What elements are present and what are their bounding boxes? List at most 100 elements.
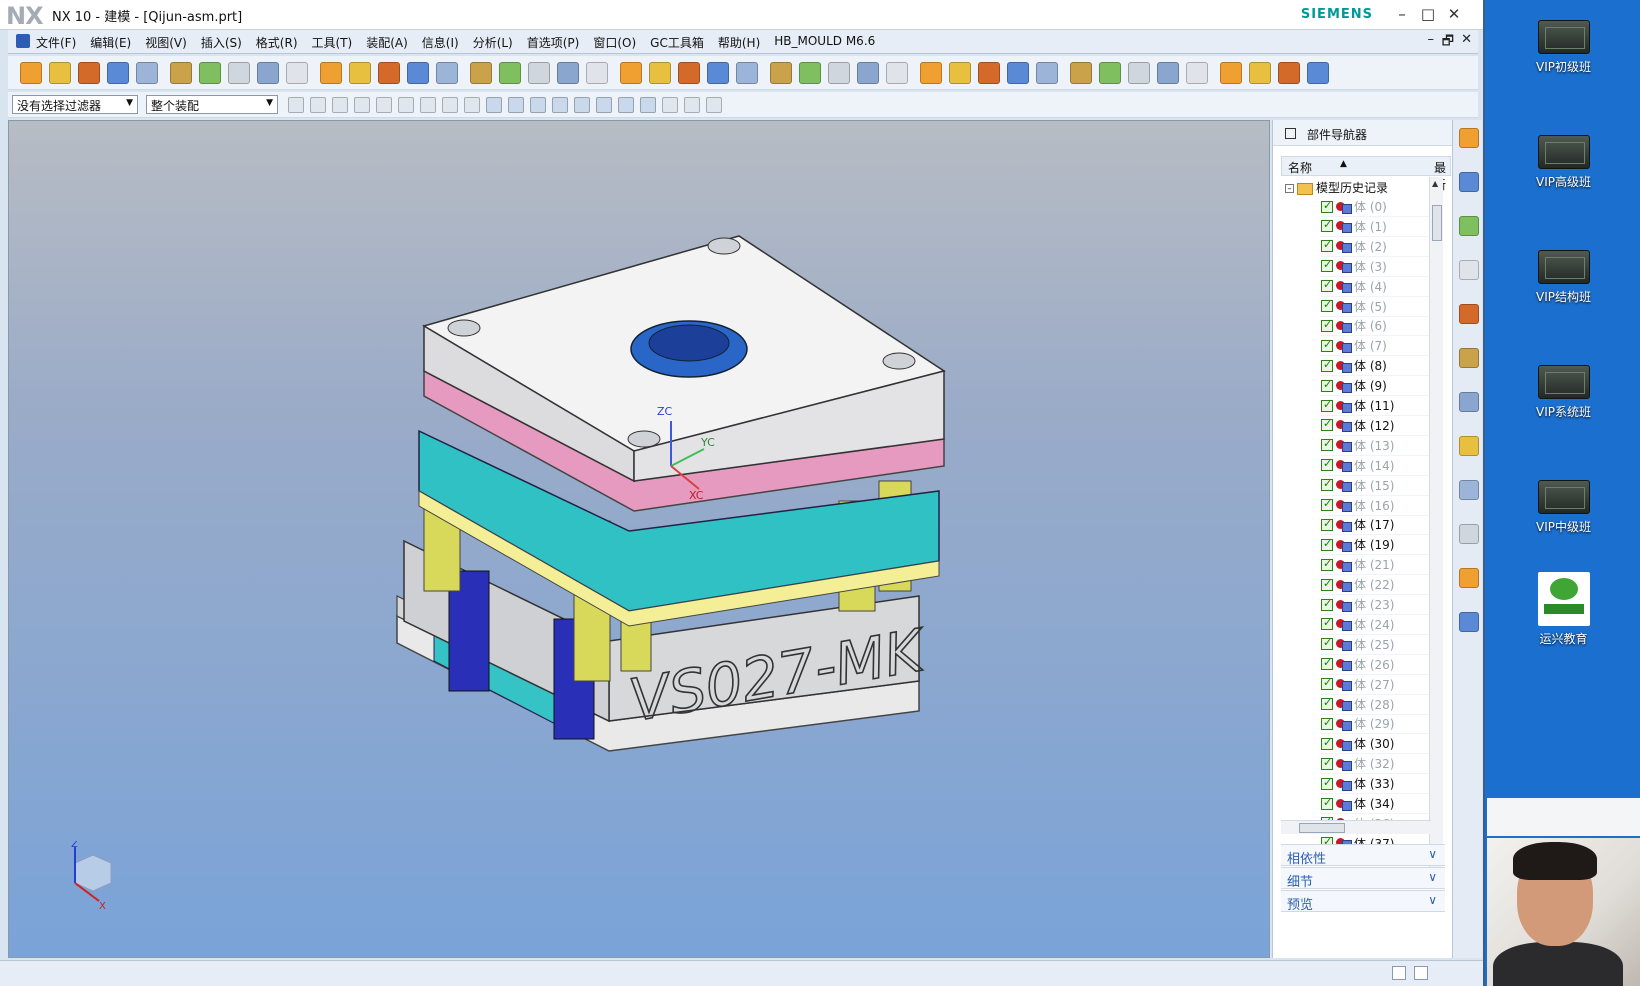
toolbar-command-icon[interactable]: [78, 62, 100, 84]
visibility-checkbox[interactable]: [1321, 557, 1333, 571]
selection-tool-icon[interactable]: [508, 97, 524, 113]
resource-tab-icon[interactable]: [1459, 348, 1479, 368]
selection-tool-icon[interactable]: [684, 97, 700, 113]
toolbar-command-icon[interactable]: [320, 62, 342, 84]
desktop-shortcut-yunxing[interactable]: 运兴教育: [1487, 572, 1640, 647]
tree-row[interactable]: 体 (30): [1321, 735, 1439, 755]
selection-tool-icon[interactable]: [640, 97, 656, 113]
visibility-checkbox[interactable]: [1321, 318, 1333, 332]
menu-analysis[interactable]: 分析(L): [473, 34, 513, 51]
toolbar-command-icon[interactable]: [1036, 62, 1058, 84]
selection-tool-icon[interactable]: [288, 97, 304, 113]
tree-row[interactable]: 体 (26): [1321, 656, 1439, 675]
menu-preferences[interactable]: 首选项(P): [527, 34, 580, 51]
tree-row[interactable]: 体 (19): [1321, 536, 1439, 556]
selection-tool-icon[interactable]: [596, 97, 612, 113]
toolbar-command-icon[interactable]: [499, 62, 521, 84]
visibility-checkbox[interactable]: [1321, 457, 1333, 472]
selection-tool-icon[interactable]: [552, 97, 568, 113]
menu-file[interactable]: 文件(F): [36, 34, 76, 51]
toolbar-command-icon[interactable]: [349, 62, 371, 84]
status-icon[interactable]: [1392, 966, 1406, 980]
menu-window[interactable]: 窗口(O): [593, 34, 636, 51]
section-details[interactable]: 细节 ∨: [1281, 867, 1445, 890]
visibility-checkbox[interactable]: [1321, 537, 1333, 551]
selection-tool-icon[interactable]: [618, 97, 634, 113]
toolbar-command-icon[interactable]: [828, 62, 850, 84]
visibility-checkbox[interactable]: [1321, 437, 1333, 452]
full-screen-icon[interactable]: [1414, 966, 1428, 980]
toolbar-command-icon[interactable]: [886, 62, 908, 84]
desktop-shortcut-vip-advanced[interactable]: VIP高级班: [1487, 135, 1640, 190]
visibility-checkbox[interactable]: [1321, 676, 1333, 691]
toolbar-command-icon[interactable]: [1099, 62, 1121, 84]
tree-row[interactable]: 体 (22): [1321, 576, 1439, 596]
visibility-checkbox[interactable]: [1321, 796, 1333, 810]
collapse-icon[interactable]: –: [1285, 184, 1294, 193]
tree-row[interactable]: 体 (7): [1321, 337, 1439, 357]
tree-row[interactable]: 体 (13): [1321, 437, 1439, 456]
toolbar-command-icon[interactable]: [1249, 62, 1271, 84]
visibility-checkbox[interactable]: [1321, 278, 1333, 293]
visibility-checkbox[interactable]: [1321, 597, 1333, 611]
visibility-checkbox[interactable]: [1321, 298, 1333, 312]
tree-row[interactable]: 体 (1): [1321, 218, 1439, 237]
column-name[interactable]: 名称: [1288, 159, 1312, 176]
visibility-checkbox[interactable]: [1321, 517, 1333, 531]
visibility-checkbox[interactable]: [1321, 616, 1333, 631]
toolbar-command-icon[interactable]: [1157, 62, 1179, 84]
resource-tab-icon[interactable]: [1459, 480, 1479, 500]
toolbar-command-icon[interactable]: [1186, 62, 1208, 84]
desktop-shortcut-vip-system[interactable]: VIP系统班: [1487, 365, 1640, 420]
visibility-checkbox[interactable]: [1321, 477, 1333, 492]
view-triad[interactable]: Z X: [59, 841, 119, 911]
toolbar-command-icon[interactable]: [170, 62, 192, 84]
pin-icon[interactable]: [1285, 128, 1296, 139]
toolbar-command-icon[interactable]: [20, 62, 42, 84]
toolbar-command-icon[interactable]: [136, 62, 158, 84]
visibility-checkbox[interactable]: [1321, 696, 1333, 710]
scroll-thumb[interactable]: [1432, 205, 1442, 241]
tree-row[interactable]: 体 (11): [1321, 397, 1439, 416]
visibility-checkbox[interactable]: [1321, 776, 1333, 790]
section-dependencies[interactable]: 相依性 ∨: [1281, 844, 1445, 867]
tree-row[interactable]: 体 (14): [1321, 457, 1439, 476]
tree-row[interactable]: 体 (12): [1321, 417, 1439, 436]
visibility-checkbox[interactable]: [1321, 378, 1333, 392]
selection-tool-icon[interactable]: [706, 97, 722, 113]
resource-tab-icon[interactable]: [1459, 524, 1479, 544]
maximize-button[interactable]: □: [1417, 3, 1439, 25]
resource-tab-icon[interactable]: [1459, 216, 1479, 236]
toolbar-command-icon[interactable]: [1220, 62, 1242, 84]
toolbar-command-icon[interactable]: [107, 62, 129, 84]
menu-information[interactable]: 信息(I): [422, 34, 459, 51]
tree-row[interactable]: 体 (27): [1321, 676, 1439, 695]
tree-row[interactable]: 体 (16): [1321, 497, 1439, 516]
tree-row[interactable]: 体 (23): [1321, 596, 1439, 615]
visibility-checkbox[interactable]: [1321, 258, 1333, 273]
menu-edit[interactable]: 编辑(E): [90, 34, 131, 51]
toolbar-command-icon[interactable]: [407, 62, 429, 84]
visibility-checkbox[interactable]: [1321, 238, 1333, 253]
toolbar-command-icon[interactable]: [949, 62, 971, 84]
resource-tab-icon[interactable]: [1459, 128, 1479, 148]
toolbar-command-icon[interactable]: [920, 62, 942, 84]
tree-row[interactable]: 体 (29): [1321, 715, 1439, 735]
toolbar-command-icon[interactable]: [649, 62, 671, 84]
desktop-shortcut-vip-intermediate[interactable]: VIP中级班: [1487, 480, 1640, 535]
toolbar-command-icon[interactable]: [257, 62, 279, 84]
menu-format[interactable]: 格式(R): [256, 34, 298, 51]
selection-tool-icon[interactable]: [310, 97, 326, 113]
menu-view[interactable]: 视图(V): [145, 34, 187, 51]
selection-tool-icon[interactable]: [332, 97, 348, 113]
tree-row[interactable]: 体 (17): [1321, 516, 1439, 536]
toolbar-command-icon[interactable]: [1007, 62, 1029, 84]
toolbar-command-icon[interactable]: [1307, 62, 1329, 84]
tree-row[interactable]: 体 (33): [1321, 775, 1439, 795]
visibility-checkbox[interactable]: [1321, 636, 1333, 651]
visibility-checkbox[interactable]: [1321, 358, 1333, 372]
resource-tab-icon[interactable]: [1459, 436, 1479, 456]
visibility-checkbox[interactable]: [1321, 656, 1333, 671]
toolbar-command-icon[interactable]: [857, 62, 879, 84]
tree-horizontal-scrollbar[interactable]: [1281, 820, 1431, 834]
